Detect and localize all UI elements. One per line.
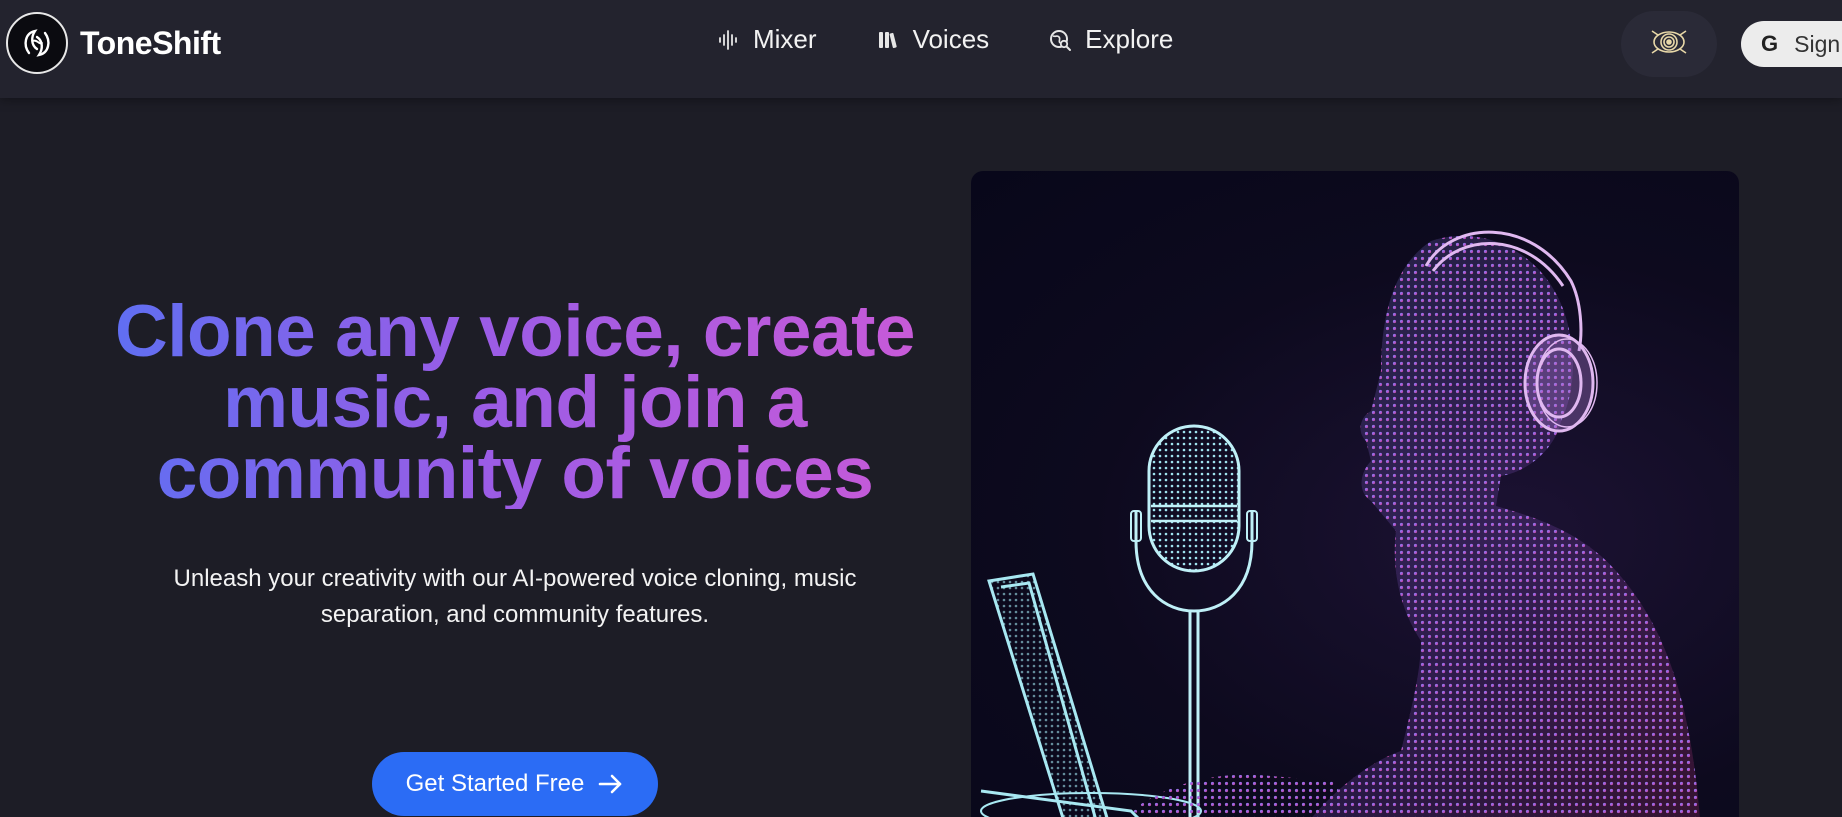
nav-item-label: Explore — [1085, 24, 1174, 54]
google-icon: G — [1761, 31, 1779, 56]
nav-item-voices[interactable]: Voices — [875, 24, 990, 55]
microphone-icon — [1130, 424, 1258, 817]
brand-logo-icon — [6, 12, 68, 74]
get-started-button[interactable]: Get Started Free — [372, 752, 658, 816]
arrow-right-icon — [598, 773, 624, 795]
nav-item-label: Mixer — [753, 24, 817, 54]
signin-button[interactable]: G Sign — [1741, 21, 1842, 67]
get-started-label: Get Started Free — [405, 770, 585, 797]
waveform-icon — [715, 27, 741, 53]
theme-toggle-button[interactable] — [1621, 11, 1717, 77]
globe-search-icon — [1047, 27, 1073, 53]
hero-illustration — [971, 171, 1739, 817]
library-icon — [875, 27, 901, 53]
hero-subtitle: Unleash your creativity with our AI-powe… — [173, 565, 857, 628]
hero-text: Clone any voice, create music, and join … — [110, 295, 920, 633]
nav-item-label: Voices — [912, 24, 990, 54]
person-silhouette — [1271, 211, 1731, 817]
hands — [1131, 774, 1340, 817]
main-nav: Mixer Voices Explore — [715, 24, 1173, 55]
signin-label: Sign — [1794, 30, 1841, 57]
nav-item-mixer[interactable]: Mixer — [715, 24, 817, 55]
hero-headline: Clone any voice, create music, and join … — [110, 295, 920, 510]
brand-name: ToneShift — [80, 24, 221, 61]
brand[interactable]: ToneShift — [6, 12, 221, 74]
spiral-eye-icon — [1650, 27, 1688, 62]
laptop-icon — [980, 572, 1202, 817]
top-navigation-bar: ToneShift Mixer Voices Explore G Sign — [0, 0, 1842, 98]
nav-item-explore[interactable]: Explore — [1047, 24, 1173, 55]
